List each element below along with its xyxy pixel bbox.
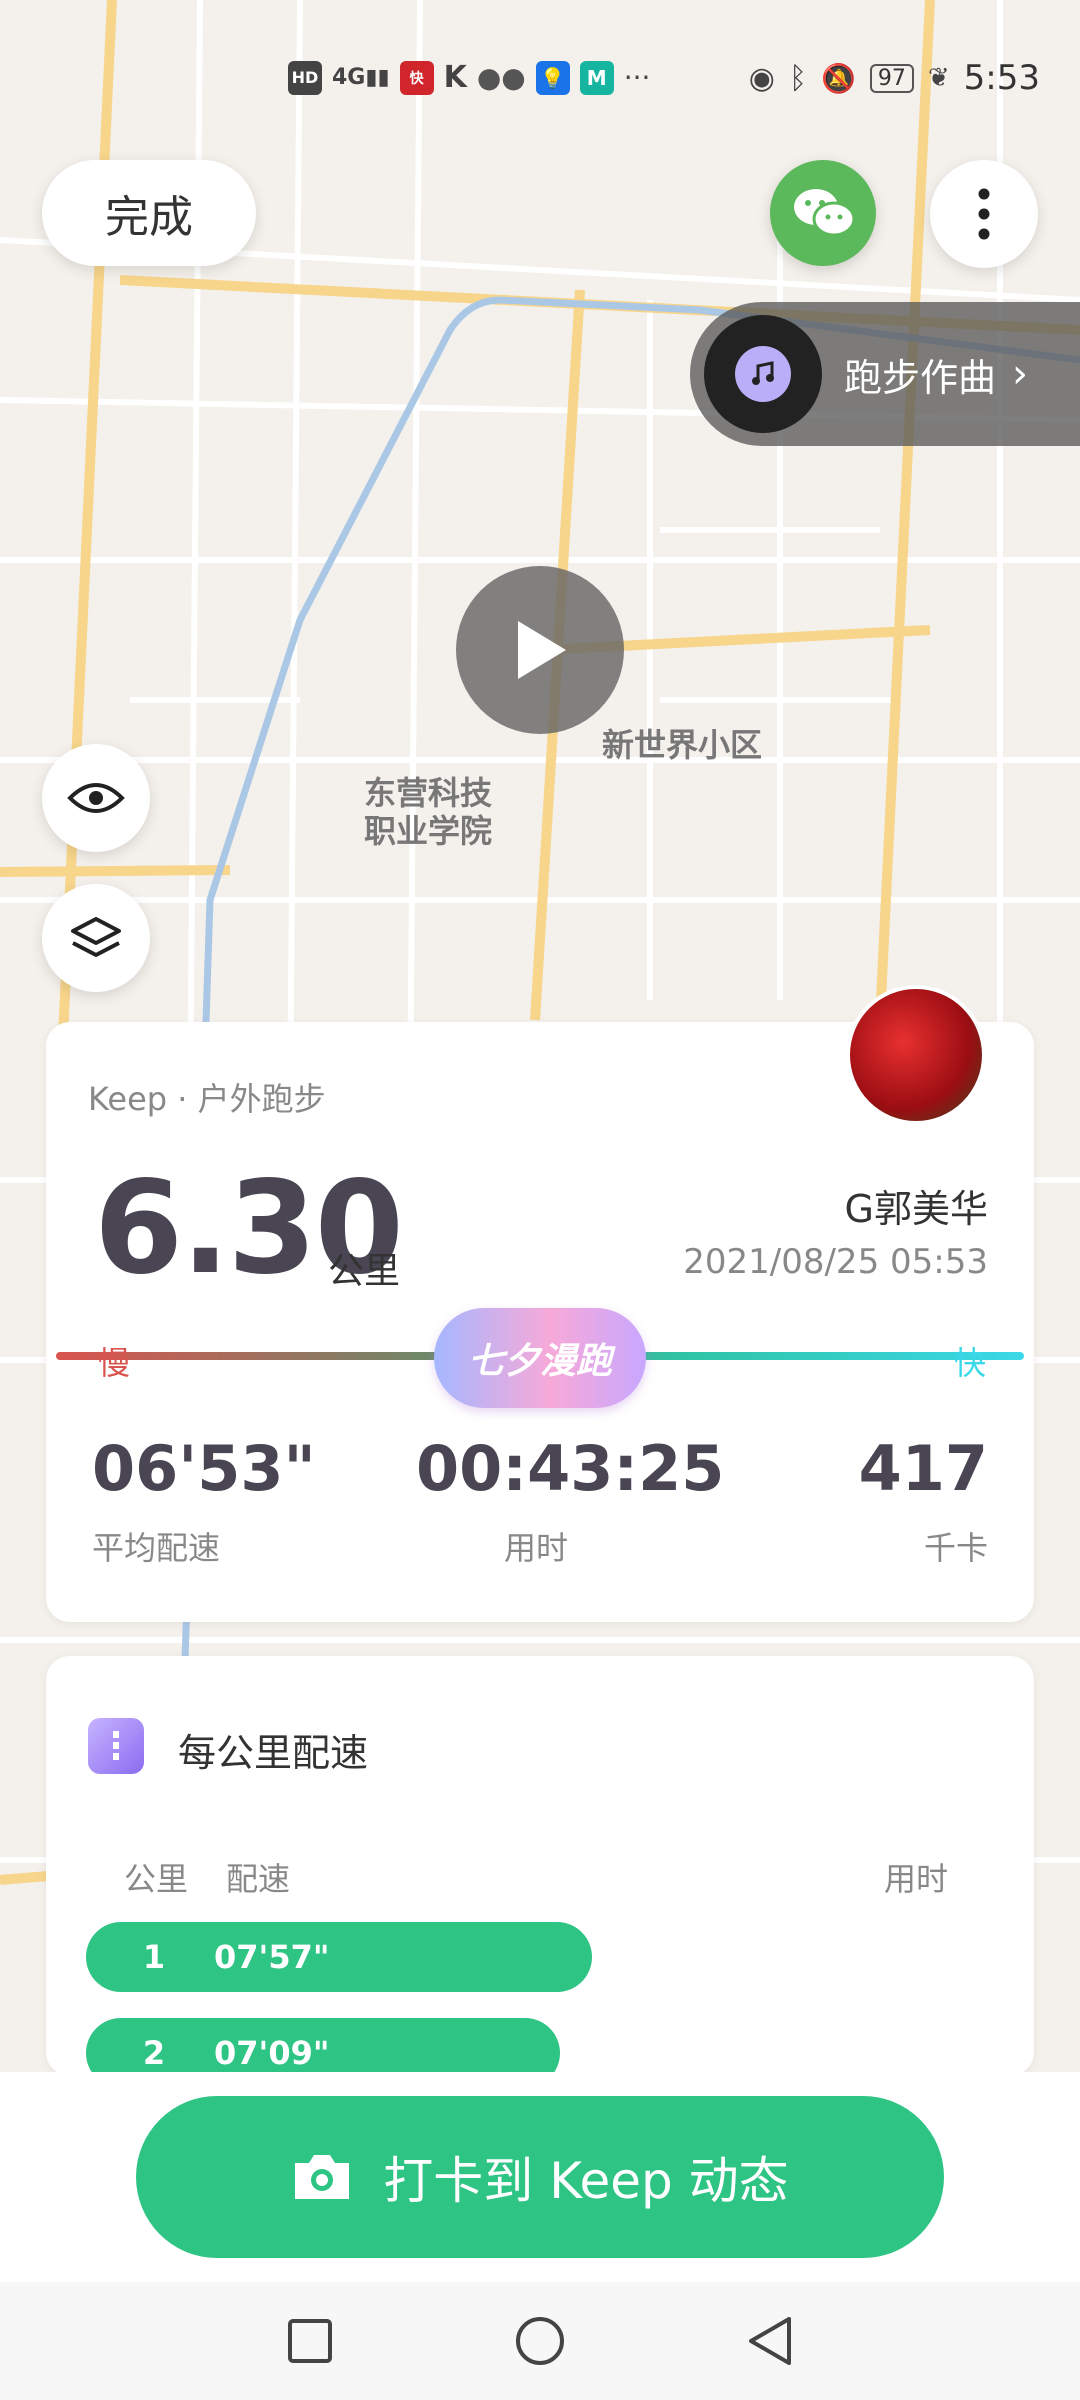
map-layers-button[interactable] — [42, 884, 150, 992]
run-datetime: 2021/08/25 05:53 — [683, 1242, 988, 1282]
battery-icon: 97 — [869, 63, 914, 93]
sport-type: Keep · 户外跑步 — [88, 1080, 326, 1118]
road-icon — [88, 1718, 144, 1774]
bulb-app-icon: 💡 — [535, 60, 570, 95]
fast-label: 快 — [953, 1344, 986, 1382]
wechat-icon — [794, 189, 856, 237]
vinyl-disk-icon — [704, 315, 822, 433]
slow-label: 慢 — [98, 1344, 131, 1382]
status-bar: HD 4G▮▮ 快 K ●● 💡 M ··· ◉ ᛒ 🔕 97 ❦ 5:53 — [0, 50, 1080, 110]
more-options-button[interactable] — [930, 160, 1038, 268]
stat-label: 平均配速 — [92, 1529, 221, 1567]
checkin-to-keep-button[interactable]: 打卡到 Keep 动态 — [136, 2096, 944, 2258]
status-icons-right: ◉ ᛒ 🔕 97 ❦ 5:53 — [749, 58, 1040, 98]
clock: 5:53 — [963, 58, 1040, 98]
stat-value: 06'53" — [92, 1432, 316, 1505]
bluetooth-icon: ᛒ — [788, 60, 807, 96]
play-icon — [518, 621, 566, 679]
col-header-pace: 配速 — [226, 1860, 291, 1898]
home-button[interactable] — [510, 2311, 570, 2371]
layers-icon — [71, 917, 121, 957]
music-note-icon — [735, 346, 791, 402]
status-icons-left: HD 4G▮▮ 快 K ●● 💡 M ··· — [288, 60, 650, 95]
split-pace: 07'09" — [214, 2034, 330, 2072]
split-km: 1 — [142, 1938, 166, 1976]
qixi-run-badge[interactable]: 七夕漫跑 — [434, 1308, 646, 1408]
split-row: 1 07'57" — [86, 1922, 592, 1992]
wechat-share-button[interactable] — [770, 160, 876, 266]
more-vertical-icon — [978, 188, 990, 240]
stat-label: 用时 — [503, 1529, 568, 1567]
stat-value: 417 — [858, 1432, 988, 1505]
camera-icon — [291, 2151, 353, 2203]
leaf-icon: ❦ — [927, 63, 950, 93]
system-nav-bar — [0, 2282, 1080, 2400]
recent-apps-button[interactable] — [280, 2311, 340, 2371]
eye-icon — [67, 783, 125, 813]
map-label-dongying-college: 东营科技 职业学院 — [364, 774, 493, 850]
map-label-xinshijie: 新世界小区 — [602, 726, 763, 764]
back-triangle-icon — [749, 2317, 791, 2365]
run-compose-label: 跑步作曲 — [844, 355, 997, 400]
user-name: G郭美华 — [844, 1187, 988, 1231]
k-app-icon: K — [443, 60, 467, 95]
split-km: 2 — [142, 2034, 166, 2072]
play-track-button[interactable] — [456, 566, 624, 734]
stat-duration: 00:43:25 用时 — [416, 1432, 725, 1569]
run-compose-banner[interactable]: 跑步作曲 › — [690, 302, 1080, 446]
checkin-label: 打卡到 Keep 动态 — [383, 2152, 789, 2210]
stat-label: 千卡 — [923, 1529, 988, 1567]
done-button[interactable]: 完成 — [42, 160, 256, 266]
eye-comfort-icon: ◉ — [748, 60, 775, 96]
splits-title: 每公里配速 — [178, 1731, 369, 1775]
hd-icon: HD — [288, 60, 322, 95]
signal-icon: 4G▮▮ — [332, 65, 390, 90]
col-header-time: 用时 — [883, 1860, 948, 1898]
chevron-right-icon: › — [1012, 351, 1029, 397]
more-notifications-icon: ··· — [623, 61, 651, 94]
distance-unit: 公里 — [328, 1251, 401, 1292]
stat-avg-pace: 06'53" 平均配速 — [92, 1432, 316, 1569]
square-icon — [288, 2319, 332, 2363]
wechat-status-icon: ●● — [476, 61, 526, 94]
avatar[interactable] — [846, 985, 986, 1125]
stat-value: 00:43:25 — [416, 1432, 725, 1505]
km-splits-card: 每公里配速 公里 配速 用时 1 07'57" 2 07'09" — [46, 1656, 1034, 2088]
mute-icon: 🔕 — [820, 61, 856, 95]
stat-calories: 417 千卡 — [859, 1432, 988, 1569]
split-pace: 07'57" — [214, 1938, 330, 1976]
circle-icon — [516, 2317, 564, 2365]
back-button[interactable] — [740, 2311, 800, 2371]
mi-app-icon: M — [579, 60, 614, 95]
visibility-toggle-button[interactable] — [42, 744, 150, 852]
col-header-km: 公里 — [124, 1860, 189, 1898]
kuaiyin-app-icon: 快 — [399, 60, 434, 95]
